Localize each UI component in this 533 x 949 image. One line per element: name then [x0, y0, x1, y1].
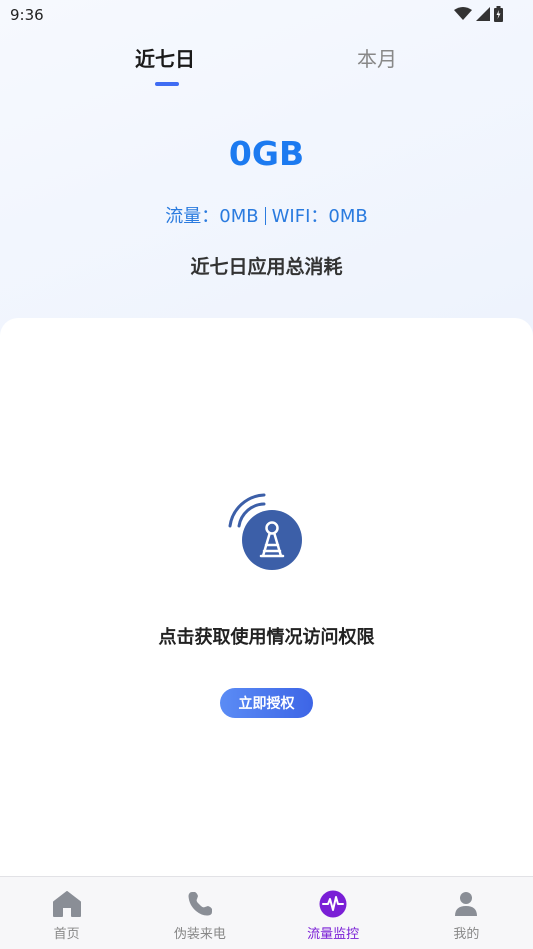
- status-time: 9:36: [10, 6, 44, 24]
- traffic-monitor-icon: [318, 889, 348, 919]
- phone-icon: [185, 889, 215, 919]
- nav-label-fake-call: 伪装来电: [173, 927, 226, 942]
- tab-this-month[interactable]: 本月: [357, 43, 397, 72]
- bottom-nav: 首页 伪装来电 流量监控 我的: [0, 876, 533, 949]
- usage-breakdown: 流量：0MB WIFI：0MB: [0, 202, 533, 228]
- total-usage: 0GB: [228, 134, 305, 173]
- wifi-icon: [454, 7, 472, 20]
- status-icons: [454, 6, 503, 22]
- wifi-usage: WIFI：0MB: [271, 206, 368, 227]
- tab-last-7-days[interactable]: 近七日: [135, 43, 195, 72]
- nav-item-fake-call[interactable]: 伪装来电: [133, 877, 266, 949]
- home-icon: [52, 889, 82, 919]
- usage-subtitle: 近七日应用总消耗: [190, 256, 343, 278]
- nav-item-profile[interactable]: 我的: [400, 877, 533, 949]
- cellular-signal-icon: [476, 7, 490, 21]
- permission-message: 点击获取使用情况访问权限: [158, 627, 375, 648]
- nav-label-traffic-monitor: 流量监控: [307, 927, 360, 942]
- battery-icon: [494, 6, 503, 22]
- breakdown-divider: [264, 207, 266, 225]
- signal-tower-icon: [228, 493, 302, 570]
- profile-icon: [451, 889, 481, 919]
- active-tab-indicator: [155, 82, 179, 86]
- nav-label-home: 首页: [53, 927, 80, 942]
- nav-item-home[interactable]: 首页: [0, 877, 133, 949]
- status-bar: 9:36: [0, 0, 533, 30]
- nav-item-traffic-monitor[interactable]: 流量监控: [267, 877, 400, 949]
- authorize-button[interactable]: 立即授权: [220, 688, 313, 718]
- nav-label-profile: 我的: [453, 927, 480, 942]
- content-card: 点击获取使用情况访问权限 立即授权: [0, 318, 533, 878]
- cellular-usage: 流量：0MB: [165, 206, 259, 227]
- period-tabs: 近七日 本月: [0, 40, 533, 90]
